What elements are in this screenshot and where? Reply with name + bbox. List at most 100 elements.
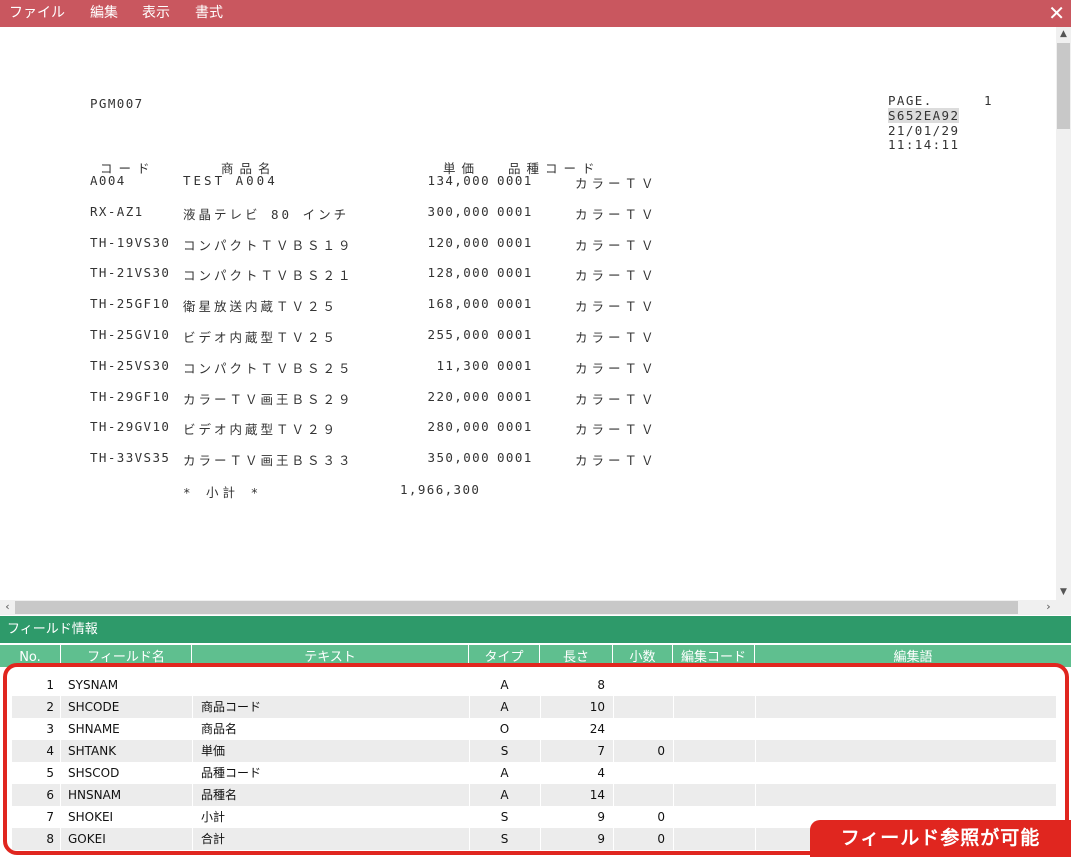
report-cell-category-code: 0001 (497, 296, 533, 312)
report-cell-category-code: 0001 (497, 357, 533, 373)
scroll-right-icon[interactable]: › (1041, 600, 1056, 615)
report-cell-price: 255,000 (427, 327, 490, 342)
cell-type: A (500, 678, 509, 692)
cell-no: 2 (46, 700, 54, 714)
scroll-up-icon[interactable]: ▲ (1056, 27, 1071, 42)
cell-no: 4 (46, 744, 54, 758)
table-row[interactable]: 4 SHTANK 単価 S 7 0 (12, 740, 1056, 762)
column-separator (755, 718, 756, 740)
scroll-left-icon[interactable]: ‹ (0, 600, 15, 615)
column-separator (755, 674, 756, 696)
report-cell-code: A004 (90, 173, 126, 188)
cell-decimals: 0 (657, 832, 665, 846)
cell-field-name: SYSNAM (68, 678, 119, 692)
report-cell-code: TH-25VS30 (90, 357, 171, 373)
report-cell-name: ビデオ内蔵型ＴＶ２９ (183, 422, 339, 438)
cell-length: 4 (597, 766, 605, 780)
column-separator (755, 762, 756, 784)
column-separator (60, 740, 61, 762)
cell-length: 10 (589, 700, 605, 714)
report-cell-name: カラーＴＶ画王ＢＳ３３ (183, 453, 354, 469)
cell-text (201, 674, 461, 696)
column-text[interactable]: テキスト (192, 645, 469, 667)
cell-type: S (500, 832, 509, 846)
report-cell-category-code: 0001 (497, 173, 533, 188)
report-cell-name: 液晶テレビ 80 インチ (183, 206, 350, 222)
column-type[interactable]: タイプ (469, 645, 540, 667)
report-cell-name: TEST A004 (183, 173, 278, 188)
menu-edit[interactable]: 編集 (90, 3, 118, 23)
column-separator (60, 718, 61, 740)
cell-type: A (500, 766, 509, 780)
cell-no: 6 (46, 788, 54, 802)
table-row[interactable]: 5 SHSCOD 品種コード A 4 (12, 762, 1056, 784)
column-field-name[interactable]: フィールド名 (61, 645, 192, 667)
report-cell-price: 120,000 (427, 234, 490, 250)
report-cell-code: TH-29GV10 (90, 419, 171, 435)
cell-field-name: GOKEI (68, 832, 106, 846)
report-cell-price: 11,300 (436, 357, 490, 373)
column-edit-code[interactable]: 編集コード (673, 645, 755, 667)
column-separator (192, 762, 193, 784)
table-row[interactable]: 2 SHCODE 商品コード A 10 (12, 696, 1056, 718)
cell-field-name: SHTANK (68, 744, 117, 758)
subtotal-label: * 小計 * (183, 485, 263, 500)
column-edit-word[interactable]: 編集語 (755, 645, 1071, 667)
report-cell-price: 350,000 (427, 450, 490, 466)
column-separator (673, 762, 674, 784)
report-cell-code: TH-33VS35 (90, 450, 171, 466)
report-time: 11:14:11 (888, 137, 960, 152)
table-row[interactable]: 3 SHNAME 商品名 O 24 (12, 718, 1056, 740)
cell-field-name: SHCODE (68, 700, 120, 714)
column-separator (673, 696, 674, 718)
cell-no: 5 (46, 766, 54, 780)
cell-text: 合計 (201, 832, 226, 846)
report-cell-category-code: 0001 (497, 388, 533, 404)
cell-field-name: SHOKEI (68, 810, 114, 824)
scrollbar-corner (1056, 600, 1071, 615)
menu-view[interactable]: 表示 (142, 3, 170, 23)
column-no[interactable]: No. (0, 645, 61, 667)
column-separator (755, 828, 756, 850)
close-icon[interactable]: ✕ (1048, 0, 1065, 26)
cell-text: 商品名 (201, 722, 238, 736)
table-row[interactable]: 6 HNSNAM 品種名 A 14 (12, 784, 1056, 806)
report-cell-name: コンパクトＴＶＢＳ２５ (183, 360, 354, 376)
report-cell-category-name: カラーＴＶ (575, 176, 658, 191)
report-cell-category-name: カラーＴＶ (575, 237, 658, 253)
column-length[interactable]: 長さ (540, 645, 613, 667)
report-cell-name: コンパクトＴＶＢＳ１９ (183, 237, 354, 253)
horizontal-scrollbar[interactable]: ‹ › (0, 600, 1056, 615)
system-name: S652EA92 (888, 108, 960, 123)
scroll-down-icon[interactable]: ▼ (1056, 585, 1071, 600)
cell-decimals (613, 762, 665, 784)
field-panel-title: フィールド情報 (0, 616, 1071, 643)
cell-text: 品種コード (201, 766, 262, 780)
cell-length: 24 (589, 722, 605, 736)
column-separator (60, 784, 61, 806)
column-separator (192, 784, 193, 806)
report-cell-category-code: 0001 (497, 450, 533, 466)
column-separator (673, 674, 674, 696)
cell-field-name: SHSCOD (68, 766, 120, 780)
report-cell-price: 168,000 (427, 296, 490, 312)
cell-type: A (500, 700, 509, 714)
report-cell-category-name: カラーＴＶ (575, 268, 658, 284)
vertical-scrollbar[interactable]: ▲ ▼ (1056, 27, 1071, 600)
column-separator (60, 762, 61, 784)
vertical-scroll-thumb[interactable] (1057, 43, 1070, 129)
report-cell-category-name: カラーＴＶ (575, 206, 658, 222)
report-cell-category-name: カラーＴＶ (575, 422, 658, 438)
column-separator (192, 696, 193, 718)
horizontal-scroll-thumb[interactable] (15, 601, 1018, 614)
column-separator (673, 718, 674, 740)
menu-file[interactable]: ファイル (9, 3, 65, 23)
cell-length: 8 (597, 678, 605, 692)
report-cell-name: 衛星放送内蔵ＴＶ２５ (183, 299, 339, 315)
menu-format[interactable]: 書式 (195, 3, 223, 23)
report-view: PGM007 PAGE. 1 S652EA92 21/01/29 11:14:1… (0, 27, 1056, 600)
column-decimals[interactable]: 小数 (613, 645, 673, 667)
cell-type: O (499, 722, 510, 736)
report-cell-price: 280,000 (427, 419, 490, 435)
table-row[interactable]: 1 SYSNAM A 8 (12, 674, 1056, 696)
